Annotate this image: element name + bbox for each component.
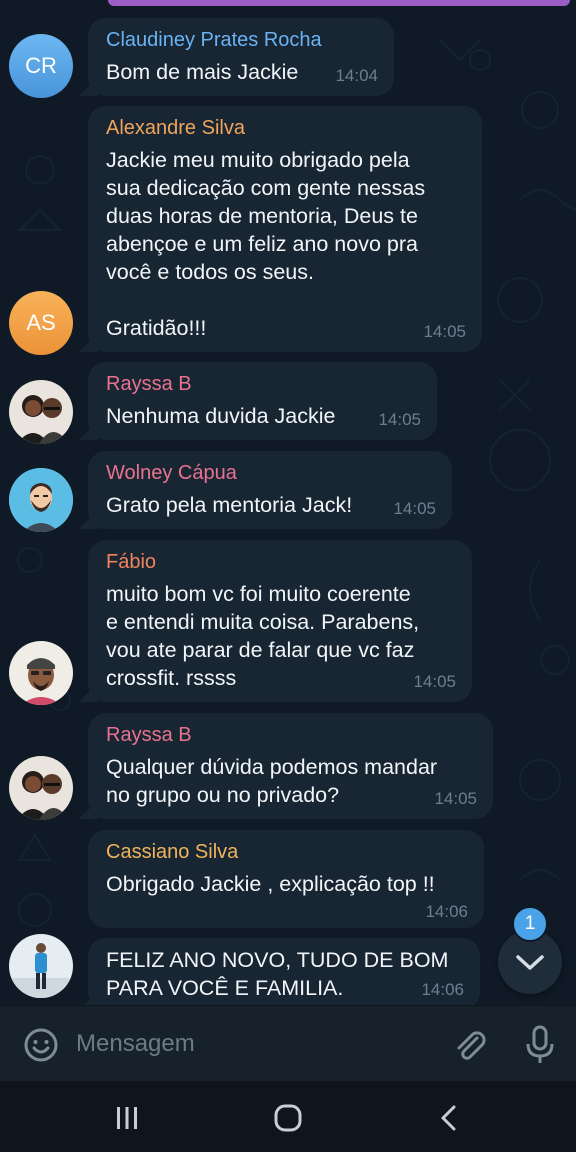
sender-name[interactable]: Alexandre Silva <box>106 116 466 140</box>
avatar[interactable] <box>9 468 73 532</box>
voice-button[interactable] <box>522 1024 558 1066</box>
avatar-initials: AS <box>26 310 56 335</box>
sender-name[interactable]: Fábio <box>106 550 456 574</box>
home-icon <box>274 1104 302 1132</box>
message-text: Qualquer dúvida podemos mandar no grupo … <box>106 755 438 807</box>
microphone-icon <box>526 1025 554 1063</box>
sender-name[interactable]: Claudiney Prates Rocha <box>106 28 378 52</box>
avatar[interactable] <box>9 756 73 820</box>
message-bubble[interactable]: Claudiney Prates Rocha Bom de mais Jacki… <box>88 18 394 96</box>
message-bubble[interactable]: Rayssa B Qualquer dúvida podemos mandar … <box>88 713 493 819</box>
unread-badge: 1 <box>512 906 548 942</box>
back-icon <box>441 1105 456 1131</box>
paperclip-icon <box>457 1031 486 1060</box>
message-time: 14:05 <box>423 322 466 341</box>
message-time: 14:05 <box>393 499 436 518</box>
avatar[interactable]: CR <box>9 34 73 98</box>
message-time: 14:06 <box>425 902 468 921</box>
bearded-man-illustration-icon <box>9 468 73 532</box>
message-text: Jackie meu muito obrigado pela sua dedic… <box>106 148 426 340</box>
avatar[interactable]: AS <box>9 291 73 355</box>
smiley-icon <box>24 1028 58 1062</box>
message-composer: Mensagem <box>0 1005 576 1081</box>
message-time: 14:05 <box>378 410 421 429</box>
message-text: Obrigado Jackie , explicação top !! <box>106 872 435 896</box>
man-with-cap-photo-icon <box>9 641 73 705</box>
message-text: Nenhuma duvida Jackie <box>106 404 336 428</box>
message-bubble[interactable]: Cassiano Silva Obrigado Jackie , explica… <box>88 830 484 928</box>
sender-name[interactable]: Wolney Cápua <box>106 461 436 485</box>
attach-button[interactable] <box>450 1026 488 1064</box>
previous-message-edge <box>108 0 570 6</box>
home-button[interactable] <box>270 1101 306 1135</box>
person-in-snow-photo-icon <box>9 934 73 998</box>
message-bubble[interactable]: Rayssa B Nenhuma duvida Jackie 14:05 <box>88 362 437 440</box>
avatar[interactable] <box>9 934 73 998</box>
avatar[interactable] <box>9 641 73 705</box>
recent-apps-button[interactable] <box>110 1103 144 1133</box>
message-bubble[interactable]: FELIZ ANO NOVO, TUDO DE BOM PARA VOCÊ E … <box>88 938 480 1010</box>
sender-name[interactable]: Rayssa B <box>106 723 477 747</box>
message-text: Grato pela mentoria Jack! <box>106 493 353 517</box>
message-bubble[interactable]: Fábio muito bom vc foi muito coerente e … <box>88 540 472 702</box>
message-text: muito bom vc foi muito coerente e entend… <box>106 582 420 690</box>
couple-photo-icon <box>9 756 73 820</box>
message-time: 14:05 <box>434 789 477 808</box>
avatar[interactable] <box>9 380 73 444</box>
message-input[interactable]: Mensagem <box>76 1030 195 1058</box>
couple-photo-icon <box>9 380 73 444</box>
emoji-button[interactable] <box>22 1026 60 1064</box>
sender-name[interactable]: Cassiano Silva <box>106 840 468 864</box>
message-bubble[interactable]: Wolney Cápua Grato pela mentoria Jack! 1… <box>88 451 452 529</box>
avatar-initials: CR <box>25 53 57 78</box>
message-time: 14:06 <box>421 980 464 999</box>
sender-name[interactable]: Rayssa B <box>106 372 421 396</box>
back-button[interactable] <box>432 1101 466 1135</box>
system-navigation-bar <box>0 1081 576 1152</box>
recent-apps-icon <box>117 1107 137 1129</box>
message-bubble[interactable]: Alexandre Silva Jackie meu muito obrigad… <box>88 106 482 352</box>
message-time: 14:04 <box>335 66 378 85</box>
message-text: FELIZ ANO NOVO, TUDO DE BOM PARA VOCÊ E … <box>106 948 449 1000</box>
message-time: 14:05 <box>413 672 456 691</box>
